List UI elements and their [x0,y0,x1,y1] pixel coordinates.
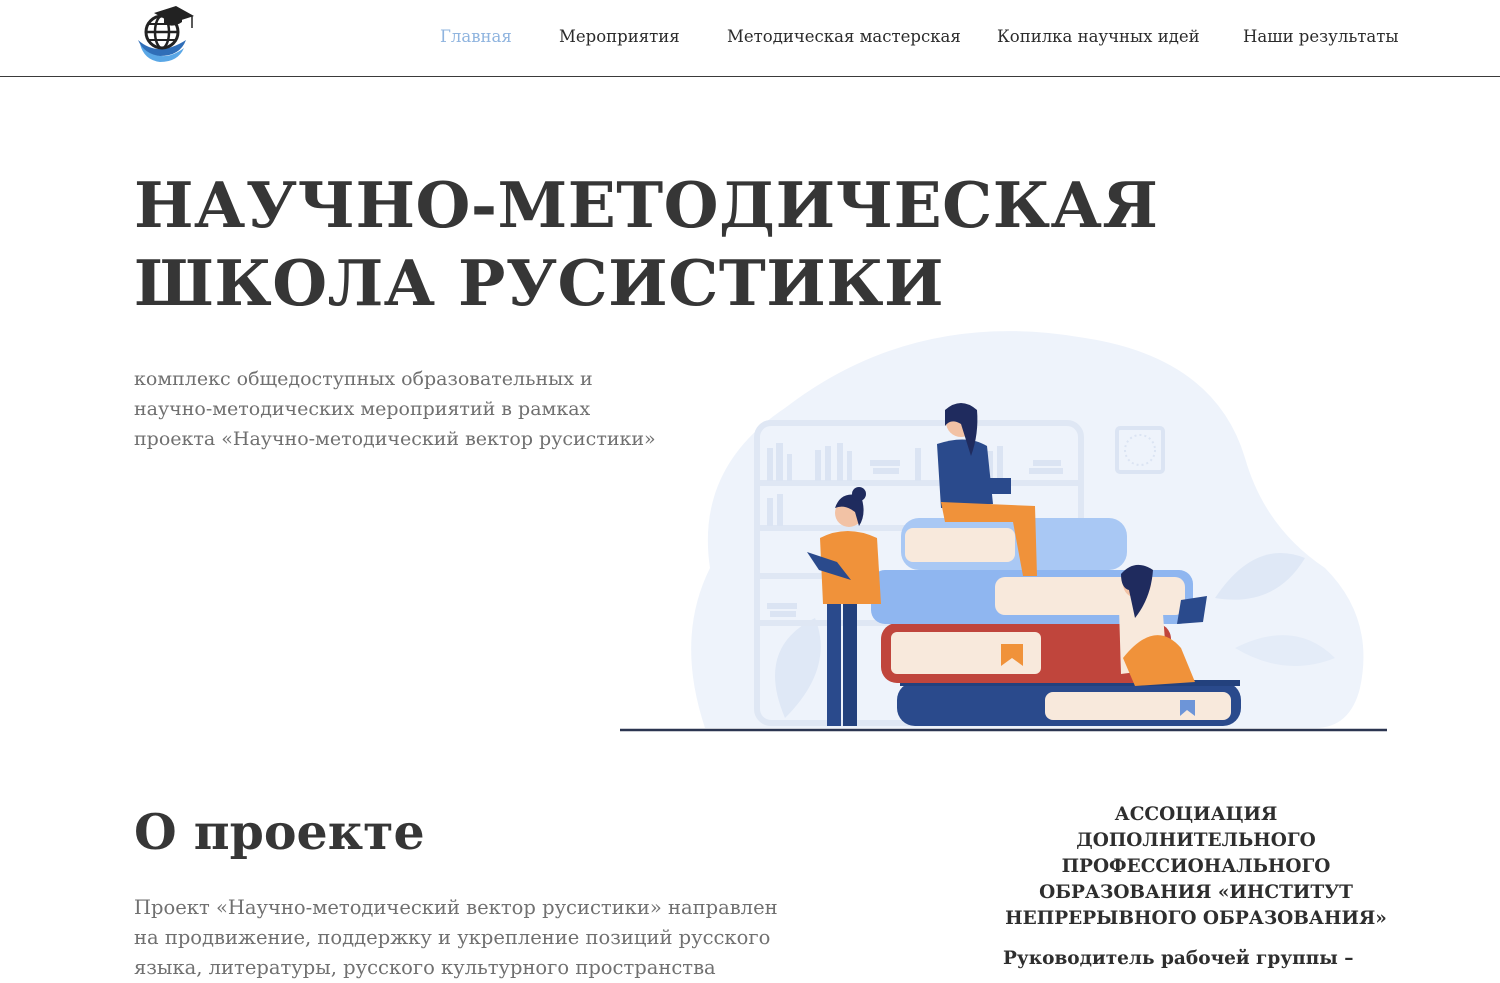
reading-people-illustration [620,331,1387,732]
about-text-line: Проект «Научно-методический вектор русис… [134,896,778,919]
site-header: Главная Мероприятия Методическая мастерс… [0,0,1500,77]
hero-title-line: ШКОЛА РУСИСТИКИ [134,246,945,320]
association-title-line: АССОЦИАЦИЯ ДОПОЛНИТЕЛЬНОГО [1076,804,1316,851]
hero-subtitle: комплекс общедоступных образовательных и… [134,364,694,454]
about-text: Проект «Научно-методический вектор русис… [134,893,794,983]
association-title-line: ОБРАЗОВАНИЯ «ИНСТИТУТ [1039,882,1353,903]
hero-subtitle-line: проекта «Научно-методический вектор руси… [134,428,656,450]
working-group-leader-label: Руководитель рабочей группы – [1003,948,1354,969]
association-title-line: НЕПРЕРЫВНОГО ОБРАЗОВАНИЯ» [1005,908,1387,929]
about-text-line: языка, литературы, русского культурного … [134,956,716,979]
nav-item-ideas-bank[interactable]: Копилка научных идей [997,27,1200,46]
nav-item-home[interactable]: Главная [440,27,512,46]
association-title: АССОЦИАЦИЯ ДОПОЛНИТЕЛЬНОГО ПРОФЕССИОНАЛЬ… [1000,802,1392,932]
hero-subtitle-line: научно-методических мероприятий в рамках [134,398,591,420]
hero-title-line: НАУЧНО-МЕТОДИЧЕСКАЯ [134,168,1159,242]
main-nav: Главная Мероприятия Методическая мастерс… [0,27,1500,51]
hero-subtitle-line: комплекс общедоступных образовательных и [134,368,593,390]
association-title-line: ПРОФЕССИОНАЛЬНОГО [1061,856,1331,877]
hero-title: НАУЧНО-МЕТОДИЧЕСКАЯ ШКОЛА РУСИСТИКИ [134,166,1158,322]
nav-item-methodical-workshop[interactable]: Методическая мастерская [727,27,961,46]
about-text-line: на продвижение, поддержку и укрепление п… [134,926,771,949]
about-title: О проекте [134,803,425,861]
nav-item-events[interactable]: Мероприятия [559,27,680,46]
nav-item-results[interactable]: Наши результаты [1243,27,1399,46]
